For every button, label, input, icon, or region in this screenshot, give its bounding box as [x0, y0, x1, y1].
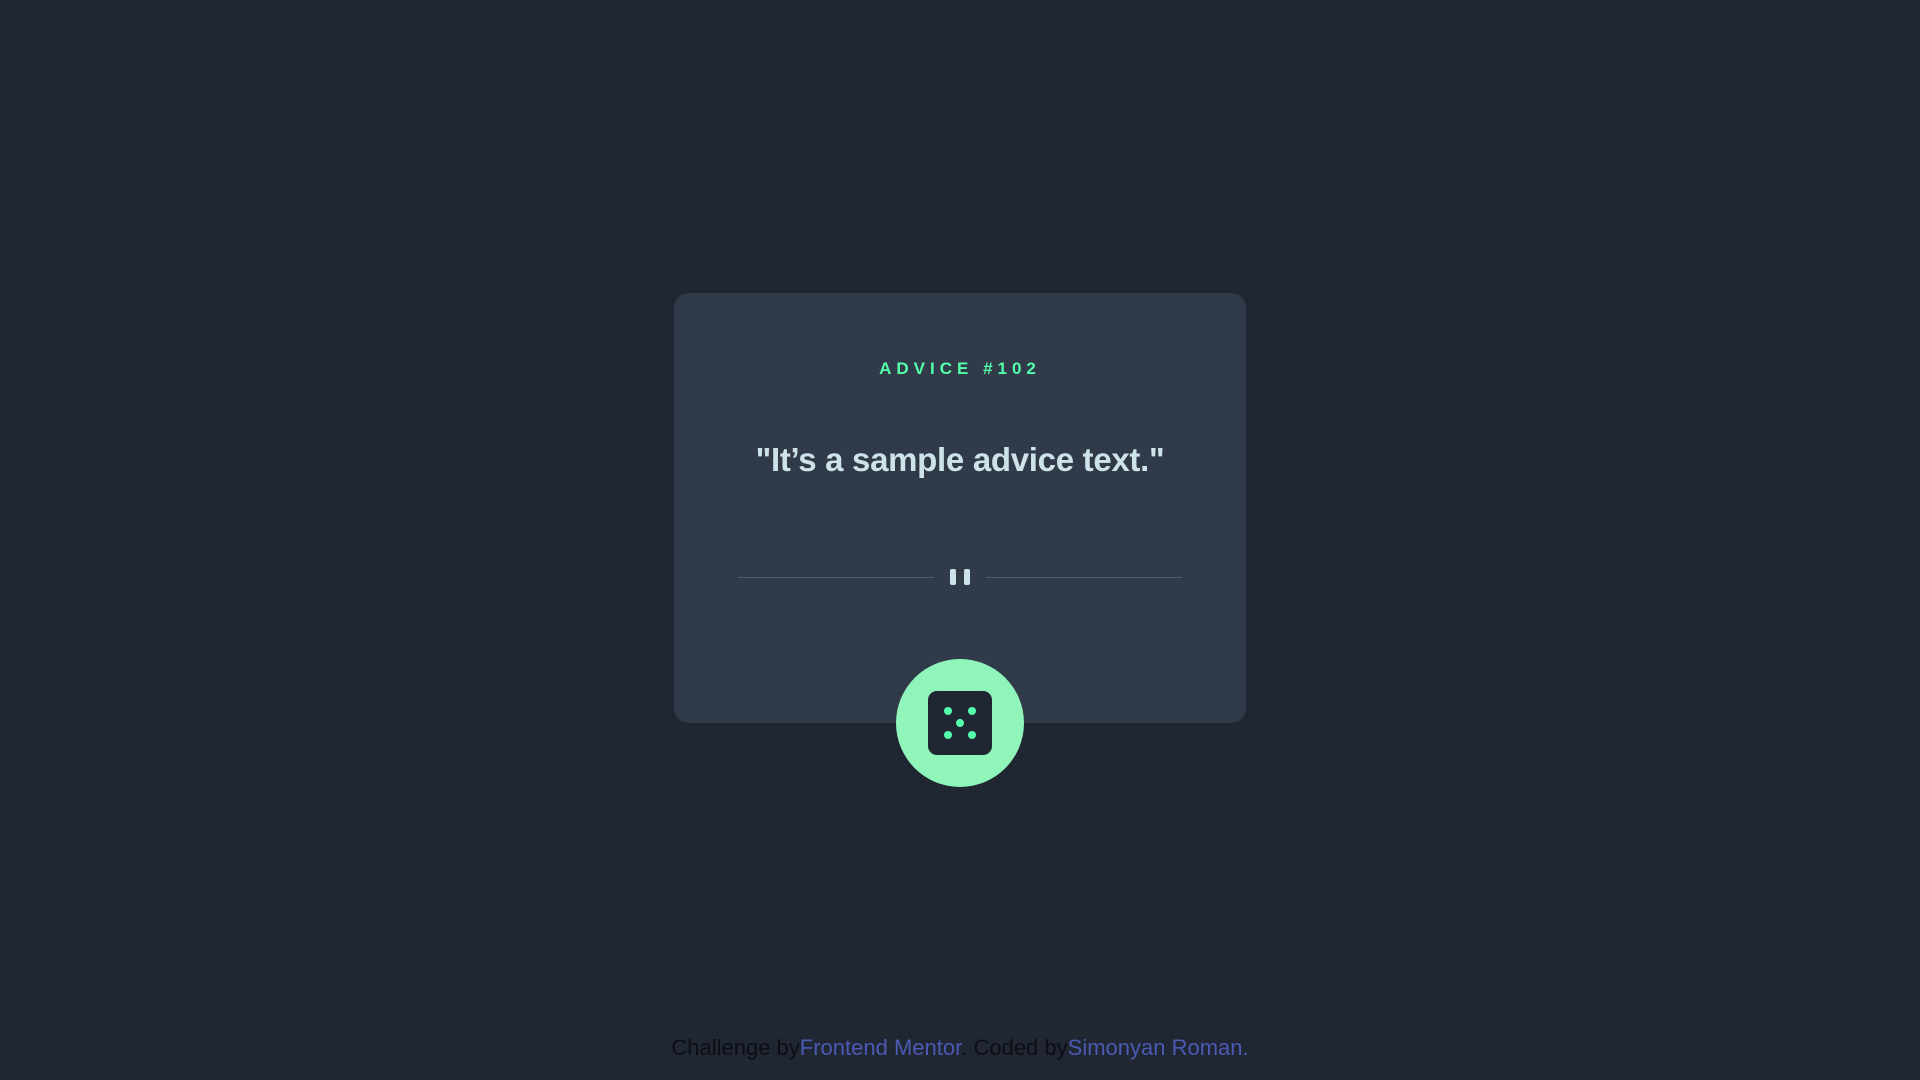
advice-id: ADVICE #102	[879, 359, 1041, 378]
page: ADVICE #102 "It’s a sample advice text."…	[0, 0, 1920, 1080]
divider-line-left	[738, 577, 934, 578]
divider	[738, 567, 1182, 589]
dice-icon	[928, 691, 992, 755]
footer-suffix: .	[1242, 1035, 1249, 1060]
dice-button[interactable]	[896, 659, 1024, 787]
advice-text: "It’s a sample advice text."	[755, 441, 1165, 478]
footer-prefix: Challenge by	[671, 1035, 800, 1060]
pause-icon	[949, 569, 971, 587]
footer-middle: . Coded by	[961, 1035, 1068, 1060]
author-link[interactable]: Simonyan Roman	[1068, 1035, 1243, 1060]
divider-line-right	[986, 577, 1182, 578]
frontend-mentor-link[interactable]: Frontend Mentor	[800, 1035, 961, 1060]
attribution-footer: Challenge byFrontend Mentor. Coded bySim…	[0, 1034, 1920, 1062]
